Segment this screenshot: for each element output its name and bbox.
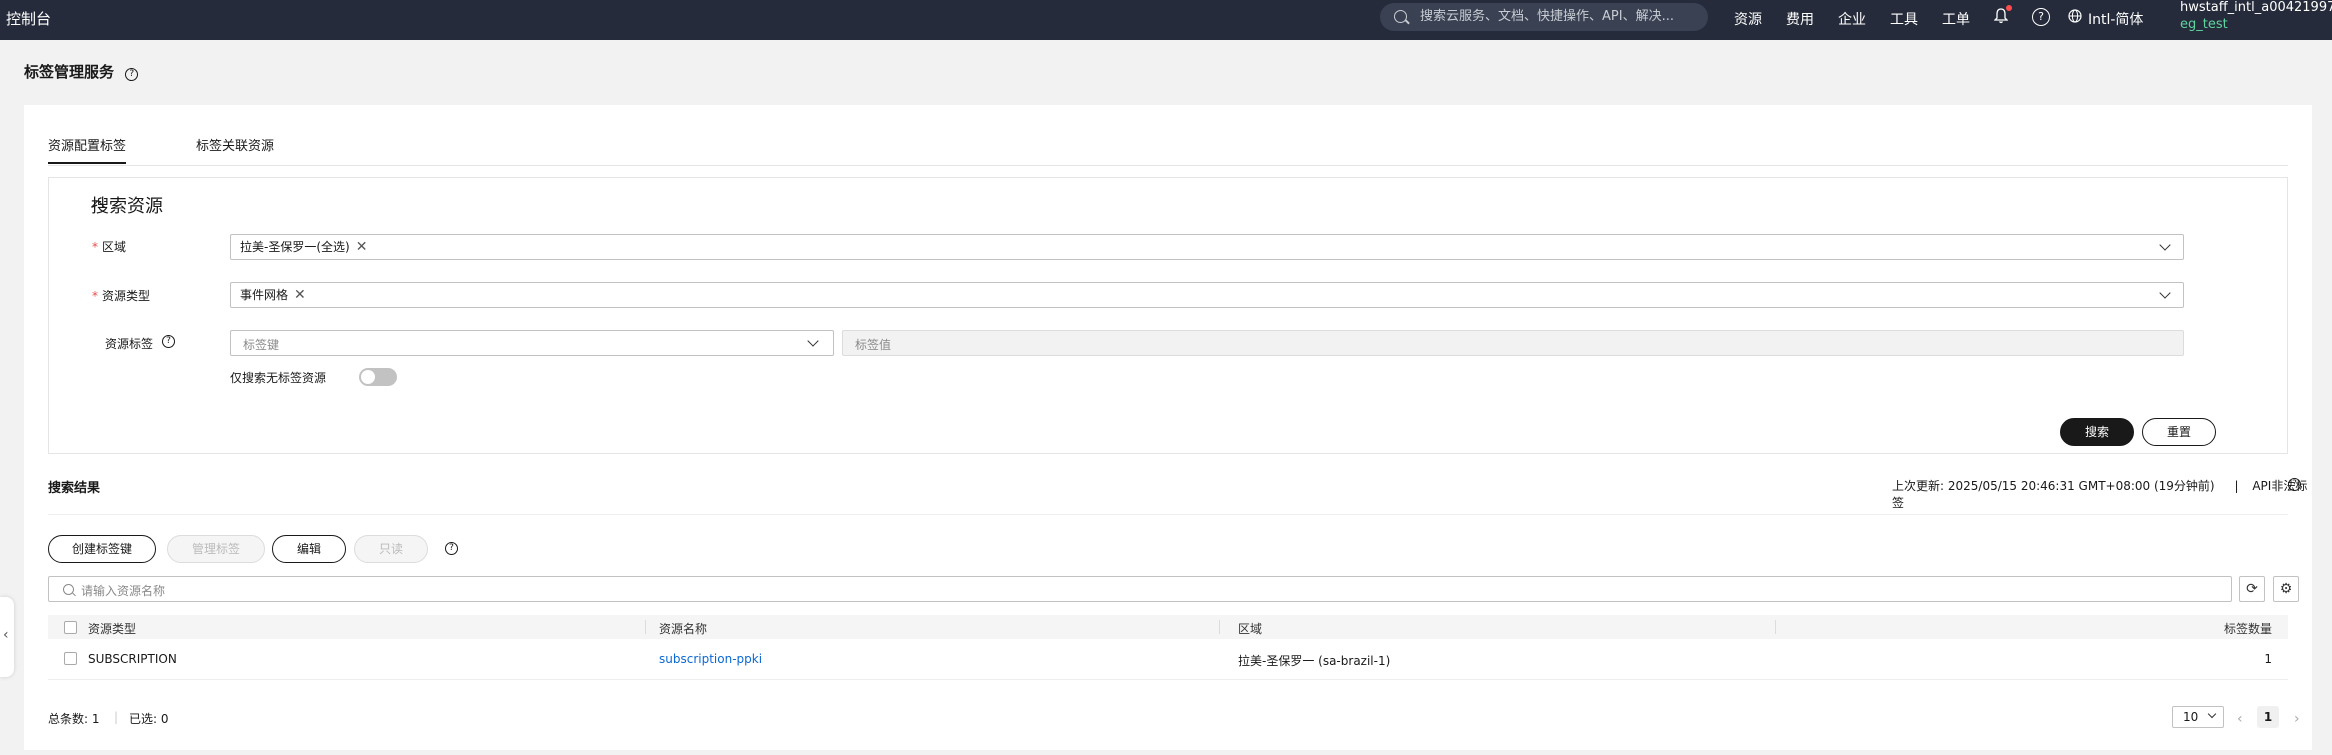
- nav-enterprise[interactable]: 企业: [1838, 9, 1866, 29]
- tag-key-select[interactable]: 标签键: [230, 330, 834, 356]
- divider: [48, 514, 2288, 515]
- region-chip: 拉美-圣保罗一(全选) ✕: [240, 238, 367, 256]
- region-label-text: 区域: [102, 240, 127, 254]
- last-update-text: 上次更新: 2025/05/15 20:46:31 GMT+08:00 (19分…: [1892, 477, 2312, 511]
- tab-bar: 资源配置标签 标签关联资源: [48, 129, 2288, 166]
- nav-billing[interactable]: 费用: [1786, 9, 1814, 29]
- help-icon[interactable]: ?: [2288, 478, 2301, 491]
- resource-type-label: * 资源类型: [92, 287, 150, 304]
- tab-tag-resources[interactable]: 标签关联资源: [196, 135, 274, 162]
- page-title-text: 标签管理服务: [24, 63, 115, 81]
- user-account-name[interactable]: hwstaff_intl_a00421997: [2180, 0, 2332, 15]
- page-size-value: 10: [2183, 710, 2199, 724]
- only-untagged-label: 仅搜索无标签资源: [230, 371, 327, 385]
- search-icon: [63, 584, 74, 595]
- help-icon[interactable]: ?: [445, 542, 458, 555]
- table-row[interactable]: SUBSCRIPTION subscription-ppki 拉美-圣保罗一 (…: [48, 639, 2288, 680]
- chevron-down-icon[interactable]: [2159, 287, 2171, 299]
- chevron-left-icon: ‹: [3, 627, 9, 643]
- region-chip-label: 拉美-圣保罗一(全选): [240, 240, 350, 254]
- cell-resource-name-link[interactable]: subscription-ppki: [659, 652, 762, 666]
- resource-type-chip-label: 事件网格: [240, 288, 289, 302]
- side-panel-toggle[interactable]: ‹: [0, 597, 14, 677]
- total-count: 总条数: 1: [48, 712, 100, 726]
- column-header-type[interactable]: 资源类型: [88, 620, 136, 637]
- current-project[interactable]: eg_test: [2180, 17, 2228, 32]
- resource-tag-label: 资源标签: [105, 335, 153, 352]
- global-search-placeholder: 搜索云服务、文档、快捷操作、API、解决...: [1420, 9, 1674, 24]
- notification-dot: [2006, 5, 2012, 11]
- manage-tags-button[interactable]: 管理标签: [167, 535, 265, 563]
- toggle-knob: [361, 370, 375, 384]
- last-update-time: 上次更新: 2025/05/15 20:46:31 GMT+08:00 (19分…: [1892, 479, 2215, 493]
- only-untagged-toggle[interactable]: [359, 368, 397, 386]
- help-icon[interactable]: ?: [2032, 8, 2050, 26]
- resource-name-placeholder: 请输入资源名称: [81, 584, 166, 598]
- tag-key-placeholder: 标签键: [243, 338, 280, 352]
- search-panel-title: 搜索资源: [91, 196, 163, 217]
- search-button[interactable]: 搜索: [2060, 418, 2134, 446]
- tag-value-input[interactable]: 标签值: [842, 330, 2184, 356]
- refresh-icon[interactable]: ⟳: [2239, 576, 2265, 602]
- table-header: 资源类型 资源名称 区域 标签数量: [48, 615, 2288, 639]
- nav-tickets[interactable]: 工单: [1942, 9, 1970, 29]
- remove-chip-icon[interactable]: ✕: [294, 286, 306, 304]
- tab-resource-tags[interactable]: 资源配置标签: [48, 135, 127, 164]
- column-separator[interactable]: [645, 620, 646, 634]
- resource-type-select[interactable]: 事件网格 ✕: [230, 282, 2184, 308]
- row-checkbox[interactable]: [64, 652, 77, 665]
- help-icon[interactable]: ?: [162, 335, 175, 348]
- main-card: 资源配置标签 标签关联资源 搜索资源 * 区域 拉美-圣保罗一(全选) ✕ * 资源类…: [24, 105, 2312, 750]
- resource-name-search-input[interactable]: 请输入资源名称: [48, 576, 2232, 602]
- next-page-icon[interactable]: ›: [2294, 711, 2300, 727]
- search-icon: [1394, 10, 1407, 23]
- reset-button[interactable]: 重置: [2142, 418, 2216, 446]
- nav-tools[interactable]: 工具: [1890, 9, 1918, 29]
- readonly-button[interactable]: 只读: [354, 535, 428, 563]
- console-brand-link[interactable]: 控制台: [6, 8, 51, 29]
- edit-button[interactable]: 编辑: [272, 535, 346, 563]
- chevron-down-icon[interactable]: [2159, 239, 2171, 251]
- region-label: * 区域: [92, 238, 126, 255]
- resource-tag-label-text: 资源标签: [105, 337, 154, 351]
- column-separator[interactable]: [1775, 620, 1776, 634]
- notification-bell-icon[interactable]: [1993, 5, 2012, 24]
- page-number-current[interactable]: 1: [2257, 706, 2279, 728]
- resource-type-label-text: 资源类型: [102, 289, 151, 303]
- column-header-tag-count[interactable]: 标签数量: [2224, 620, 2272, 637]
- chevron-down-icon[interactable]: [2207, 709, 2217, 719]
- resource-type-chip: 事件网格 ✕: [240, 286, 306, 304]
- separator: |: [114, 710, 119, 724]
- select-all-checkbox[interactable]: [64, 621, 77, 634]
- selected-count: 已选: 0: [129, 712, 169, 726]
- remove-chip-icon[interactable]: ✕: [356, 238, 368, 256]
- cell-resource-type: SUBSCRIPTION: [88, 652, 177, 666]
- tag-value-placeholder: 标签值: [855, 338, 892, 352]
- create-tag-key-button[interactable]: 创建标签键: [48, 535, 156, 563]
- separator: |: [2234, 479, 2239, 493]
- page-title: 标签管理服务 ?: [24, 61, 139, 82]
- required-mark: *: [92, 240, 98, 254]
- cell-tag-count: 1: [2264, 652, 2272, 666]
- column-separator[interactable]: [1219, 620, 1220, 634]
- required-mark: *: [92, 289, 98, 303]
- global-search-input[interactable]: 搜索云服务、文档、快捷操作、API、解决...: [1380, 3, 1708, 31]
- page-size-select[interactable]: 10: [2172, 706, 2224, 728]
- column-header-name[interactable]: 资源名称: [659, 620, 707, 637]
- cell-region: 拉美-圣保罗一 (sa-brazil-1): [1238, 654, 1391, 668]
- search-resources-panel: 搜索资源 * 区域 拉美-圣保罗一(全选) ✕ * 资源类型 事件网格 ✕ 资源标签 ?…: [48, 177, 2288, 454]
- top-navigation-bar: 控制台 搜索云服务、文档、快捷操作、API、解决... 资源 费用 企业 工具 …: [0, 0, 2332, 40]
- help-icon[interactable]: ?: [125, 68, 139, 81]
- nav-resources[interactable]: 资源: [1734, 9, 1762, 29]
- settings-icon[interactable]: ⚙: [2273, 576, 2299, 602]
- prev-page-icon[interactable]: ‹: [2237, 711, 2243, 727]
- language-switcher[interactable]: Intl-简体: [2088, 9, 2143, 29]
- region-select[interactable]: 拉美-圣保罗一(全选) ✕: [230, 234, 2184, 260]
- results-title: 搜索结果: [48, 481, 101, 496]
- column-header-region[interactable]: 区域: [1238, 620, 1262, 637]
- globe-icon[interactable]: [2068, 9, 2082, 23]
- chevron-down-icon[interactable]: [807, 335, 819, 347]
